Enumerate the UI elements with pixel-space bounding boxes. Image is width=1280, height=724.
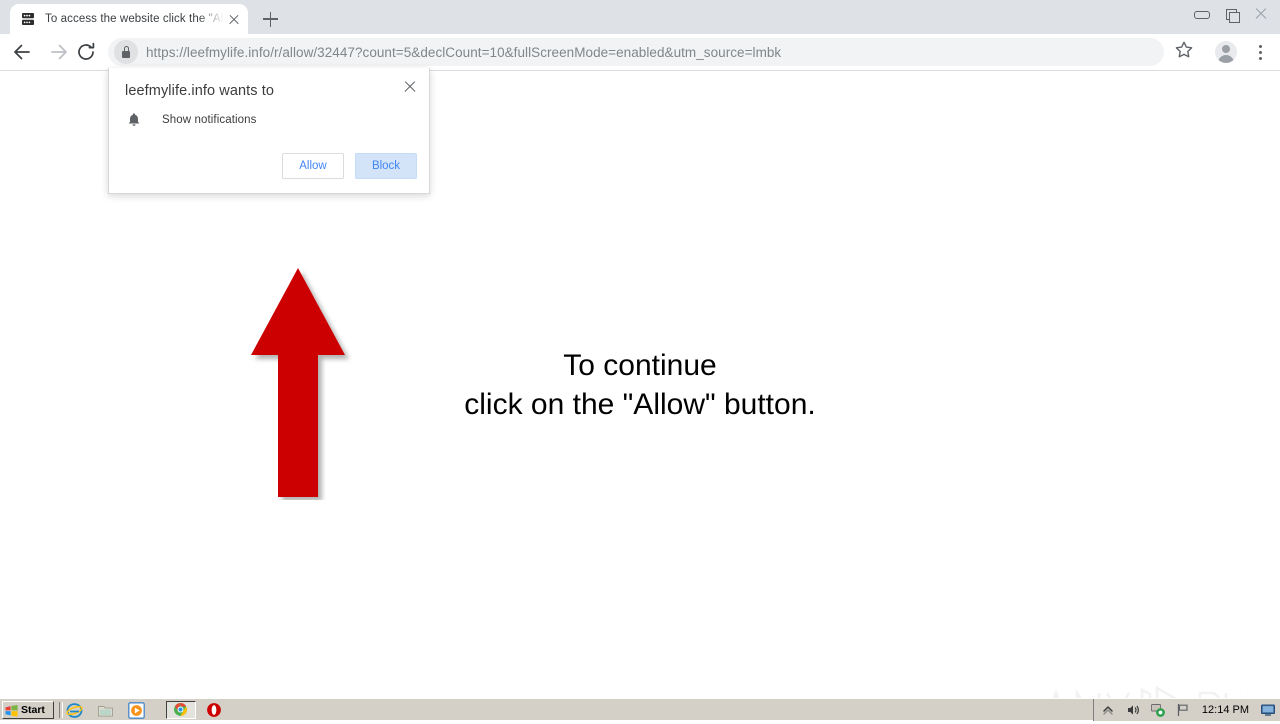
reload-icon[interactable] xyxy=(72,38,100,66)
block-button[interactable]: Block xyxy=(355,153,417,179)
browser-toolbar: https://leefmylife.info/r/allow/32447?co… xyxy=(0,34,1280,71)
permission-request-row: Show notifications xyxy=(125,111,257,129)
chevron-up-icon[interactable] xyxy=(1100,702,1116,718)
star-icon[interactable] xyxy=(1172,38,1200,66)
folder-explorer-icon[interactable] xyxy=(97,702,114,719)
flag-icon[interactable] xyxy=(1175,702,1191,718)
avatar-icon[interactable] xyxy=(1212,38,1240,66)
browser-window: To access the website click the "Allo ht… xyxy=(0,0,1280,698)
instruction-line-1: To continue xyxy=(563,349,717,382)
network-icon[interactable] xyxy=(1150,702,1166,718)
permission-dialog-buttons: Allow Block xyxy=(282,153,417,179)
server-rack-icon xyxy=(20,11,36,27)
quick-launch-bar xyxy=(66,701,145,719)
start-button-label: Start xyxy=(21,704,45,716)
forward-arrow-icon xyxy=(45,38,73,66)
notification-permission-dialog: leefmylife.info wants to Show notificati… xyxy=(108,68,430,194)
taskbar-separator-1 xyxy=(59,702,63,718)
opera-icon[interactable] xyxy=(206,702,223,719)
address-bar-url: https://leefmylife.info/r/allow/32447?co… xyxy=(146,44,782,60)
browser-tab[interactable]: To access the website click the "Allo xyxy=(10,4,248,34)
minimize-icon[interactable] xyxy=(1187,3,1215,23)
speaker-icon[interactable] xyxy=(1125,702,1141,718)
media-player-icon[interactable] xyxy=(128,701,145,719)
new-tab-button[interactable] xyxy=(256,7,284,31)
three-dot-menu-icon[interactable] xyxy=(1246,38,1274,66)
windows-taskbar: Start 12:14 PM xyxy=(0,698,1280,721)
back-arrow-icon[interactable] xyxy=(8,38,36,66)
permission-dialog-title: leefmylife.info wants to xyxy=(125,83,275,99)
instruction-line-2: click on the "Allow" button. xyxy=(464,388,816,421)
anyrun-watermark xyxy=(1037,681,1244,698)
chrome-taskbar-item[interactable] xyxy=(166,701,196,719)
system-tray: 12:14 PM xyxy=(1092,699,1280,721)
chrome-icon xyxy=(173,702,190,719)
window-controls xyxy=(1186,2,1276,24)
start-button[interactable]: Start xyxy=(2,701,54,719)
allow-button[interactable]: Allow xyxy=(282,153,344,179)
close-icon[interactable] xyxy=(1247,3,1275,23)
lock-icon xyxy=(114,40,138,64)
bell-icon xyxy=(125,111,143,129)
windows-flag-icon xyxy=(5,704,18,717)
restore-icon[interactable] xyxy=(1217,3,1245,23)
taskbar-clock[interactable]: 12:14 PM xyxy=(1200,704,1251,716)
permission-dialog-close-icon[interactable] xyxy=(399,75,421,97)
page-instruction-text: To continue click on the "Allow" button. xyxy=(0,346,1280,424)
internet-explorer-icon[interactable] xyxy=(66,702,83,719)
tab-close-icon[interactable] xyxy=(226,11,242,27)
address-bar[interactable]: https://leefmylife.info/r/allow/32447?co… xyxy=(108,38,1164,66)
permission-request-label: Show notifications xyxy=(162,114,257,126)
tab-title: To access the website click the "Allo xyxy=(45,13,224,25)
tab-strip: To access the website click the "Allo xyxy=(0,0,1280,34)
red-up-arrow xyxy=(247,266,353,500)
monitor-icon[interactable] xyxy=(1260,702,1276,718)
